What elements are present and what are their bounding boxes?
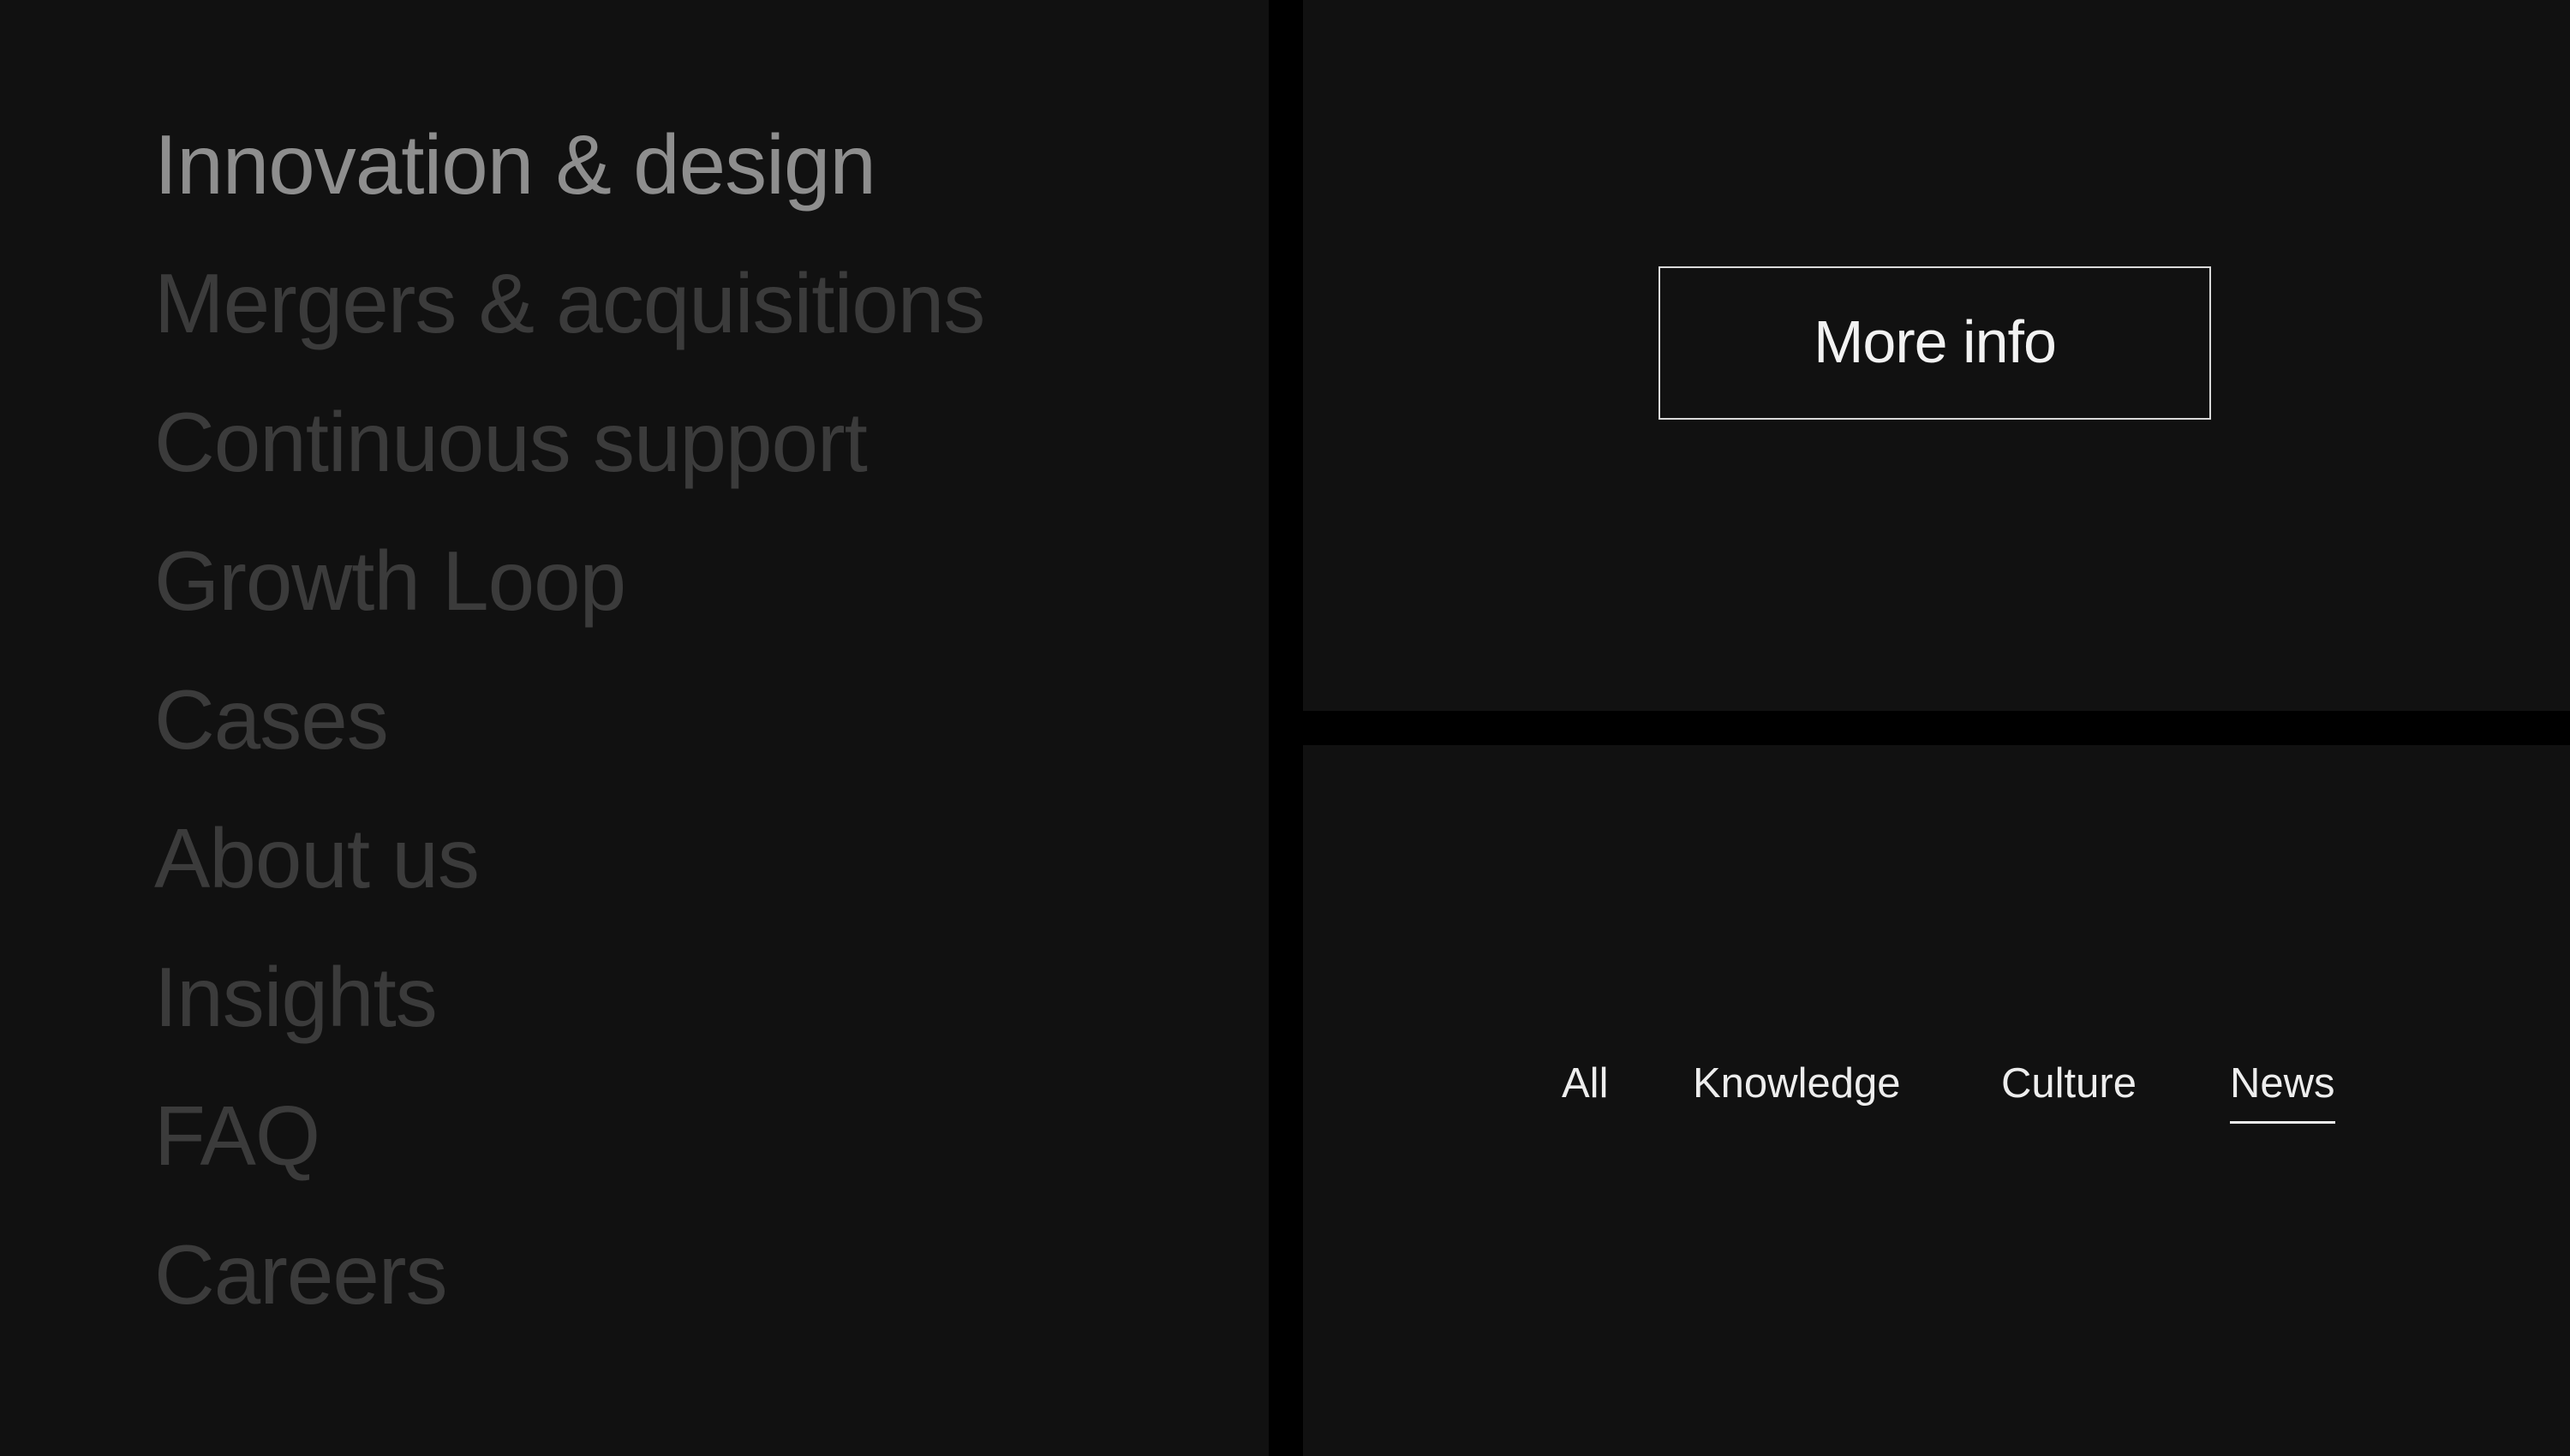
filter-panel: All Knowledge Culture News — [1303, 745, 2570, 1456]
main-menu: Innovation & design Mergers & acquisitio… — [154, 111, 985, 1360]
tab-knowledge[interactable]: Knowledge — [1693, 1058, 1900, 1121]
menu-item-growth-loop[interactable]: Growth Loop — [154, 528, 984, 666]
menu-item-continuous-support[interactable]: Continuous support — [154, 389, 984, 528]
menu-item-insights[interactable]: Insights — [154, 944, 984, 1083]
tab-culture[interactable]: Culture — [2001, 1058, 2137, 1121]
menu-item-faq[interactable]: FAQ — [154, 1083, 984, 1221]
page: Innovation & design Mergers & acquisitio… — [0, 0, 2570, 1456]
navigation-panel: Innovation & design Mergers & acquisitio… — [0, 0, 1269, 1456]
filter-tabs: All Knowledge Culture News — [1303, 1058, 2570, 1152]
cta-panel: More info — [1303, 0, 2570, 711]
menu-item-mergers-acquisitions[interactable]: Mergers & acquisitions — [154, 250, 985, 389]
menu-item-careers[interactable]: Careers — [154, 1221, 984, 1360]
menu-item-innovation-design[interactable]: Innovation & design — [154, 111, 984, 250]
menu-item-cases[interactable]: Cases — [154, 666, 984, 805]
tab-all[interactable]: All — [1562, 1058, 1608, 1121]
more-info-button[interactable]: More info — [1659, 266, 2211, 420]
menu-item-about-us[interactable]: About us — [154, 805, 984, 944]
tab-news[interactable]: News — [2230, 1058, 2335, 1124]
